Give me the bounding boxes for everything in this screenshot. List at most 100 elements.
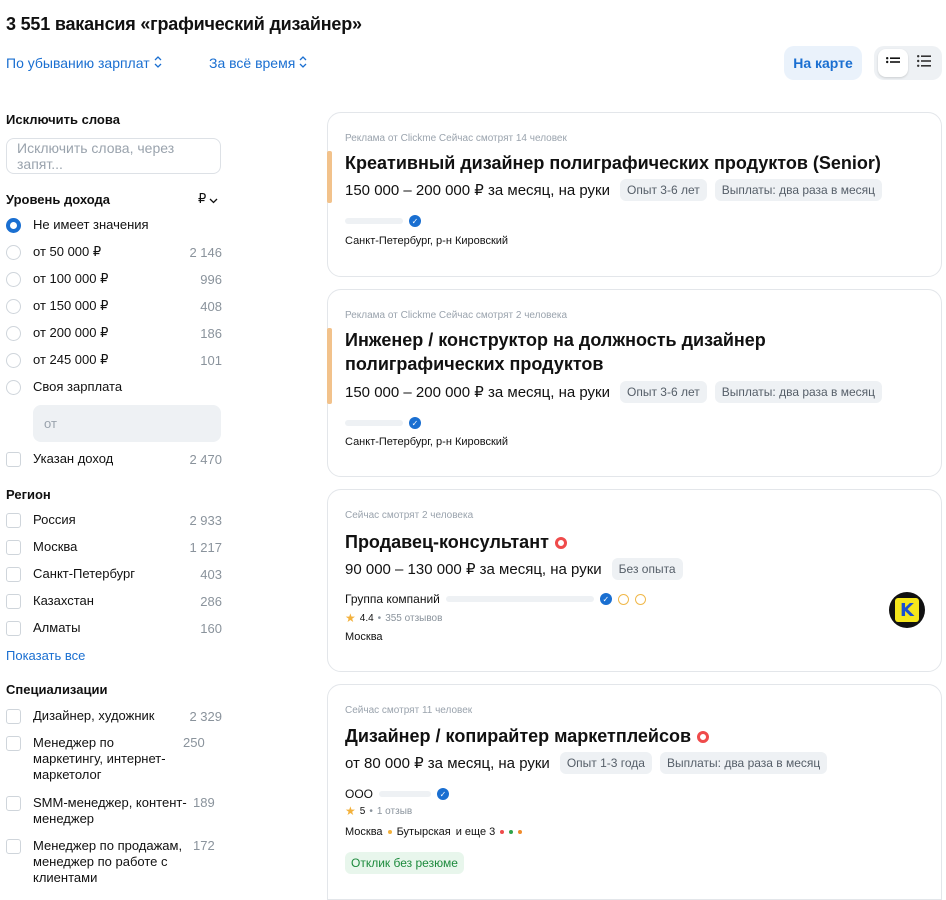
vacancy-card[interactable]: Реклама от Clickme Сейчас смотрят 14 чел…: [327, 112, 942, 277]
company-rating[interactable]: ★ 4.4 • 355 отзывов: [345, 611, 442, 625]
income-specified-checkbox[interactable]: Указан доход 2 470: [6, 449, 222, 469]
currency-selector[interactable]: ₽: [198, 191, 218, 207]
chevron-down-icon: [209, 192, 218, 207]
checkbox[interactable]: [6, 539, 21, 555]
specialization-count: 172: [193, 838, 215, 853]
checkbox-count: 2 470: [189, 451, 222, 467]
income-option[interactable]: от 200 000 ₽ 186: [6, 323, 222, 343]
company-row[interactable]: ✓: [345, 417, 421, 429]
company-row[interactable]: ООО ✓: [345, 787, 450, 801]
radio-selected[interactable]: [6, 217, 21, 233]
vacancy-title-row[interactable]: Продавец-консультант: [345, 530, 925, 554]
income-option[interactable]: от 50 000 ₽ 2 146: [6, 242, 222, 262]
checkbox[interactable]: [6, 593, 21, 609]
radio[interactable]: [6, 271, 21, 287]
specialization-option[interactable]: Менеджер по маркетингу, интернет-маркето…: [6, 735, 222, 783]
vacancy-title[interactable]: Инженер / конструктор на должность дизай…: [345, 328, 925, 376]
ad-stripe: [327, 328, 332, 404]
checkbox-label: Указан доход: [33, 451, 114, 466]
company-rating[interactable]: ★ 5 • 1 отзыв: [345, 804, 412, 818]
region-label: Казахстан: [33, 593, 94, 608]
specialization-count: 2 329: [189, 708, 222, 724]
specialization-count: 189: [193, 795, 215, 810]
metro-more[interactable]: и еще 3: [456, 826, 496, 838]
custom-salary-input[interactable]: от: [33, 405, 221, 442]
metro-station: Бутырская: [396, 826, 451, 838]
sort-salary-dropdown[interactable]: По убыванию зарплат: [6, 55, 162, 71]
checkbox[interactable]: [6, 451, 21, 467]
chevron-updown-icon: [154, 55, 162, 71]
specialization-label: Менеджер по продажам, менеджер по работе…: [33, 838, 183, 885]
exclude-words-title: Исключить слова: [6, 112, 120, 127]
hot-icon: [554, 537, 567, 550]
vacancy-meta: Сейчас смотрят 11 человек: [345, 705, 473, 716]
region-count: 286: [200, 593, 222, 609]
region-option[interactable]: Россия 2 933: [6, 510, 222, 530]
region-option[interactable]: Алматы 160: [6, 618, 222, 638]
vacancy-location: Москва: [345, 631, 383, 643]
specialization-label: Дизайнер, художник: [33, 708, 155, 723]
experience-tag: Опыт 3-6 лет: [620, 179, 707, 201]
exclude-words-input[interactable]: Исключить слова, через запят...: [6, 138, 221, 174]
income-option[interactable]: от 150 000 ₽ 408: [6, 296, 222, 316]
payout-tag: Выплаты: два раза в месяц: [714, 179, 883, 201]
metro-line-dot: [500, 830, 505, 834]
checkbox[interactable]: [6, 708, 21, 724]
checkbox[interactable]: [6, 566, 21, 582]
vacancy-title: Дизайнер / копирайтер маркетплейсов: [345, 726, 692, 746]
salary-row: 90 000 – 130 000 ₽ за месяц, на руки Без…: [345, 558, 683, 580]
income-option-count: 408: [200, 298, 222, 314]
specializations-title: Специализации: [6, 682, 108, 697]
show-all-regions-link[interactable]: Показать все: [6, 648, 85, 663]
region-label: Россия: [33, 512, 76, 527]
radio[interactable]: [6, 298, 21, 314]
income-option[interactable]: от 100 000 ₽ 996: [6, 269, 222, 289]
region-label: Санкт-Петербург: [33, 566, 135, 581]
specialization-label: SMM-менеджер, контент-менеджер: [33, 795, 187, 826]
region-label: Москва: [33, 539, 78, 554]
company-logo-mark: K: [895, 598, 919, 622]
income-option[interactable]: от 245 000 ₽ 101: [6, 350, 222, 370]
vacancy-card[interactable]: Сейчас смотрят 11 человек Дизайнер / коп…: [327, 684, 942, 900]
vacancy-salary: 90 000 – 130 000 ₽ за месяц, на руки: [345, 561, 602, 578]
sort-time-dropdown[interactable]: За всё время: [209, 55, 307, 71]
rating-value: 5: [359, 805, 366, 817]
specialization-option[interactable]: SMM-менеджер, контент-менеджер 189: [6, 795, 222, 827]
radio[interactable]: [6, 244, 21, 260]
map-button[interactable]: На карте: [784, 46, 862, 80]
company-name: Группа компаний: [345, 592, 440, 606]
vacancy-card[interactable]: Реклама от Clickme Сейчас смотрят 2 чело…: [327, 289, 942, 477]
sort-salary-label: По убыванию зарплат: [6, 55, 150, 71]
vacancy-title: Продавец-консультант: [345, 532, 549, 552]
salary-row: 150 000 – 200 000 ₽ за месяц, на руки Оп…: [345, 179, 883, 201]
radio[interactable]: [6, 379, 21, 395]
company-row[interactable]: Группа компаний ✓: [345, 592, 646, 606]
region-option[interactable]: Москва 1 217: [6, 537, 222, 557]
experience-tag: Опыт 3-6 лет: [620, 381, 707, 403]
checkbox[interactable]: [6, 736, 21, 751]
radio[interactable]: [6, 325, 21, 341]
income-option[interactable]: Не имеет значения: [6, 215, 222, 235]
specialization-option[interactable]: Дизайнер, художник 2 329: [6, 706, 222, 726]
company-row[interactable]: ✓: [345, 215, 421, 227]
star-icon: ★: [345, 804, 356, 818]
checkbox[interactable]: [6, 512, 21, 528]
metro-line-dot: [387, 830, 392, 834]
specialization-option[interactable]: Менеджер по продажам, менеджер по работе…: [6, 838, 222, 886]
income-option-count: 996: [200, 271, 222, 287]
income-option[interactable]: Своя зарплата: [6, 377, 222, 397]
checkbox[interactable]: [6, 839, 21, 854]
vacancy-card[interactable]: Сейчас смотрят 2 человека Продавец-консу…: [327, 489, 942, 672]
vacancy-title[interactable]: Креативный дизайнер полиграфических прод…: [345, 151, 925, 175]
detail-view-button[interactable]: [909, 49, 939, 77]
verified-icon: ✓: [409, 215, 421, 227]
region-option[interactable]: Казахстан 286: [6, 591, 222, 611]
award-icon: [634, 593, 646, 605]
vacancy-title-row[interactable]: Дизайнер / копирайтер маркетплейсов: [345, 724, 925, 748]
checkbox[interactable]: [6, 796, 21, 811]
list-view-button[interactable]: [877, 49, 908, 77]
region-option[interactable]: Санкт-Петербург 403: [6, 564, 222, 584]
company-name-hidden: [345, 420, 403, 426]
checkbox[interactable]: [6, 620, 21, 636]
radio[interactable]: [6, 352, 21, 368]
